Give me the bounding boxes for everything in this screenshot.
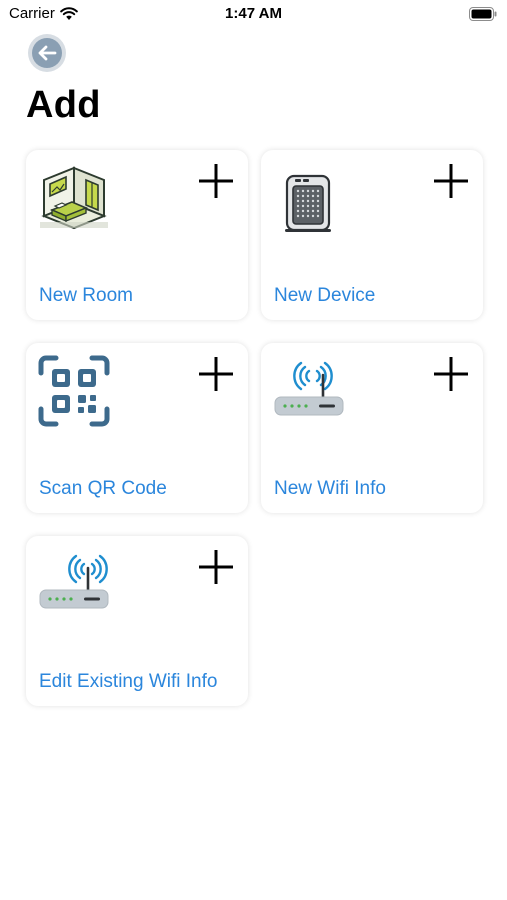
card-label: New Wifi Info <box>274 478 386 499</box>
wifi-router-icon <box>274 361 344 416</box>
plus-icon <box>434 357 468 391</box>
plus-icon <box>199 164 233 198</box>
new-room-card[interactable]: New Room <box>26 150 248 320</box>
plus-icon <box>434 164 468 198</box>
status-bar: Carrier 1:47 AM <box>0 0 507 28</box>
wifi-router-icon <box>39 554 109 609</box>
status-time: 1:47 AM <box>225 5 282 22</box>
air-purifier-icon <box>285 174 331 232</box>
new-wifi-info-card[interactable]: New Wifi Info <box>261 343 483 513</box>
battery-icon <box>469 7 497 21</box>
room-icon <box>40 166 108 230</box>
arrow-left-icon <box>38 45 57 61</box>
qr-code-icon <box>38 355 110 427</box>
plus-icon <box>199 550 233 584</box>
plus-icon <box>199 357 233 391</box>
page-title: Add <box>26 84 101 126</box>
back-button-circle <box>32 38 62 68</box>
card-label: Edit Existing Wifi Info <box>39 671 218 692</box>
back-button[interactable] <box>28 34 66 72</box>
card-label: Scan QR Code <box>39 478 167 499</box>
card-label: New Device <box>274 285 376 306</box>
card-label: New Room <box>39 285 133 306</box>
edit-existing-wifi-info-card[interactable]: Edit Existing Wifi Info <box>26 536 248 706</box>
scan-qr-code-card[interactable]: Scan QR Code <box>26 343 248 513</box>
new-device-card[interactable]: New Device <box>261 150 483 320</box>
